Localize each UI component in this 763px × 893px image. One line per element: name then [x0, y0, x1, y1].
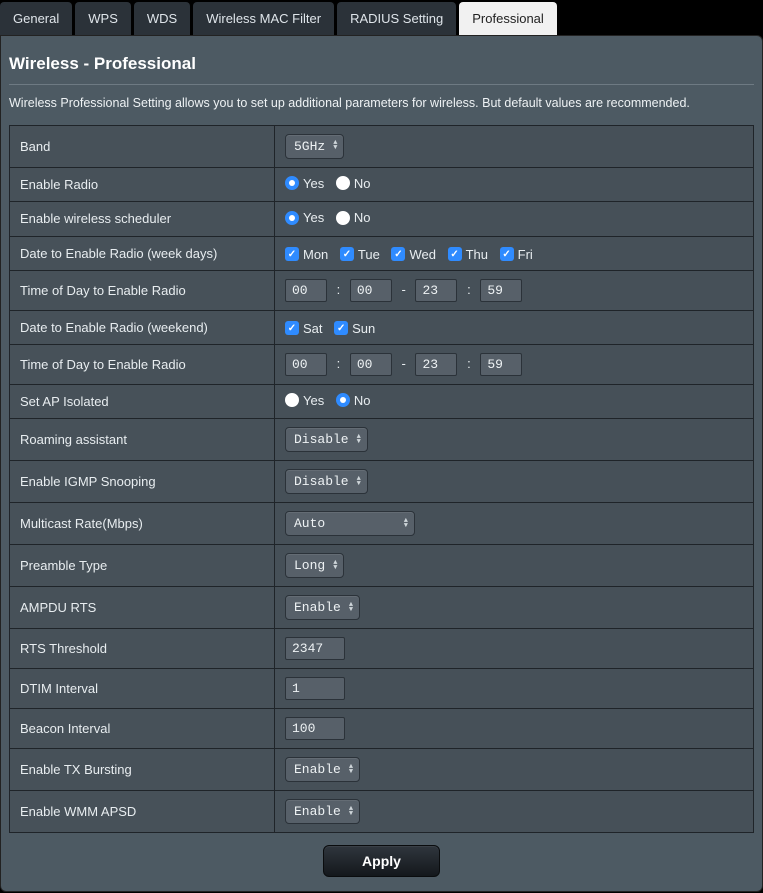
radio-icon — [285, 176, 299, 190]
time-weekend-m1[interactable] — [350, 353, 392, 376]
label-beacon: Beacon Interval — [10, 709, 275, 749]
radio-icon — [285, 211, 299, 225]
multicast-select[interactable]: Auto ▲▼ — [285, 511, 415, 536]
radio-icon — [336, 176, 350, 190]
ap-isolated-yes[interactable]: Yes — [285, 393, 324, 408]
label-preamble: Preamble Type — [10, 545, 275, 587]
label-rts: RTS Threshold — [10, 629, 275, 669]
label-roaming: Roaming assistant — [10, 419, 275, 461]
label-band: Band — [10, 125, 275, 167]
tab-wps[interactable]: WPS — [75, 2, 131, 35]
label-ampdu: AMPDU RTS — [10, 587, 275, 629]
band-select[interactable]: 5GHz ▲▼ — [285, 134, 344, 159]
dtim-input[interactable] — [285, 677, 345, 700]
updown-icon: ▲▼ — [349, 603, 353, 613]
checkbox-thu[interactable]: ✓Thu — [448, 247, 488, 262]
label-wmm: Enable WMM APSD — [10, 791, 275, 833]
ampdu-select[interactable]: Enable ▲▼ — [285, 595, 360, 620]
radio-icon — [336, 393, 350, 407]
apply-button[interactable]: Apply — [323, 845, 440, 877]
time-weekend-h2[interactable] — [415, 353, 457, 376]
tab-general[interactable]: General — [0, 2, 72, 35]
tab-mac-filter[interactable]: Wireless MAC Filter — [193, 2, 334, 35]
wmm-select[interactable]: Enable ▲▼ — [285, 799, 360, 824]
tab-wds[interactable]: WDS — [134, 2, 190, 35]
updown-icon: ▲▼ — [349, 807, 353, 817]
ap-isolated-no[interactable]: No — [336, 393, 371, 408]
enable-radio-no[interactable]: No — [336, 176, 371, 191]
checkbox-sun[interactable]: ✓Sun — [334, 321, 375, 336]
check-icon: ✓ — [334, 321, 348, 335]
checkbox-tue[interactable]: ✓Tue — [340, 247, 380, 262]
preamble-select[interactable]: Long ▲▼ — [285, 553, 344, 578]
time-weekend-h1[interactable] — [285, 353, 327, 376]
label-multicast: Multicast Rate(Mbps) — [10, 503, 275, 545]
updown-icon: ▲▼ — [357, 435, 361, 445]
label-date-week: Date to Enable Radio (week days) — [10, 236, 275, 270]
enable-scheduler-no[interactable]: No — [336, 210, 371, 225]
radio-icon — [285, 393, 299, 407]
tab-professional[interactable]: Professional — [459, 2, 557, 35]
enable-scheduler-yes[interactable]: Yes — [285, 210, 324, 225]
checkbox-fri[interactable]: ✓Fri — [500, 247, 533, 262]
time-week-m1[interactable] — [350, 279, 392, 302]
band-value: 5GHz — [294, 139, 325, 154]
checkbox-mon[interactable]: ✓Mon — [285, 247, 328, 262]
check-icon: ✓ — [285, 247, 299, 261]
enable-radio-yes[interactable]: Yes — [285, 176, 324, 191]
time-week-h1[interactable] — [285, 279, 327, 302]
label-dtim: DTIM Interval — [10, 669, 275, 709]
roaming-select[interactable]: Disable ▲▼ — [285, 427, 368, 452]
tab-bar: General WPS WDS Wireless MAC Filter RADI… — [0, 0, 763, 35]
checkbox-wed[interactable]: ✓Wed — [391, 247, 436, 262]
tab-radius[interactable]: RADIUS Setting — [337, 2, 456, 35]
settings-table: Band 5GHz ▲▼ Enable Radio Yes No — [9, 125, 754, 834]
label-ap-isolated: Set AP Isolated — [10, 384, 275, 419]
tx-burst-select[interactable]: Enable ▲▼ — [285, 757, 360, 782]
label-igmp: Enable IGMP Snooping — [10, 461, 275, 503]
settings-panel: Wireless - Professional Wireless Profess… — [0, 35, 763, 892]
time-week-h2[interactable] — [415, 279, 457, 302]
label-enable-radio: Enable Radio — [10, 167, 275, 202]
check-icon: ✓ — [340, 247, 354, 261]
label-time-week: Time of Day to Enable Radio — [10, 270, 275, 310]
check-icon: ✓ — [391, 247, 405, 261]
radio-icon — [336, 211, 350, 225]
time-week-m2[interactable] — [480, 279, 522, 302]
updown-icon: ▲▼ — [357, 477, 361, 487]
updown-icon: ▲▼ — [404, 519, 408, 529]
label-tx-burst: Enable TX Bursting — [10, 749, 275, 791]
igmp-select[interactable]: Disable ▲▼ — [285, 469, 368, 494]
check-icon: ✓ — [448, 247, 462, 261]
time-weekend-m2[interactable] — [480, 353, 522, 376]
check-icon: ✓ — [500, 247, 514, 261]
label-enable-scheduler: Enable wireless scheduler — [10, 202, 275, 237]
updown-icon: ▲▼ — [349, 765, 353, 775]
rts-input[interactable] — [285, 637, 345, 660]
beacon-input[interactable] — [285, 717, 345, 740]
page-title: Wireless - Professional — [9, 48, 754, 85]
label-time-weekend: Time of Day to Enable Radio — [10, 344, 275, 384]
updown-icon: ▲▼ — [333, 141, 337, 151]
label-date-weekend: Date to Enable Radio (weekend) — [10, 310, 275, 344]
page-description: Wireless Professional Setting allows you… — [9, 95, 754, 113]
updown-icon: ▲▼ — [333, 561, 337, 571]
checkbox-sat[interactable]: ✓Sat — [285, 321, 323, 336]
check-icon: ✓ — [285, 321, 299, 335]
